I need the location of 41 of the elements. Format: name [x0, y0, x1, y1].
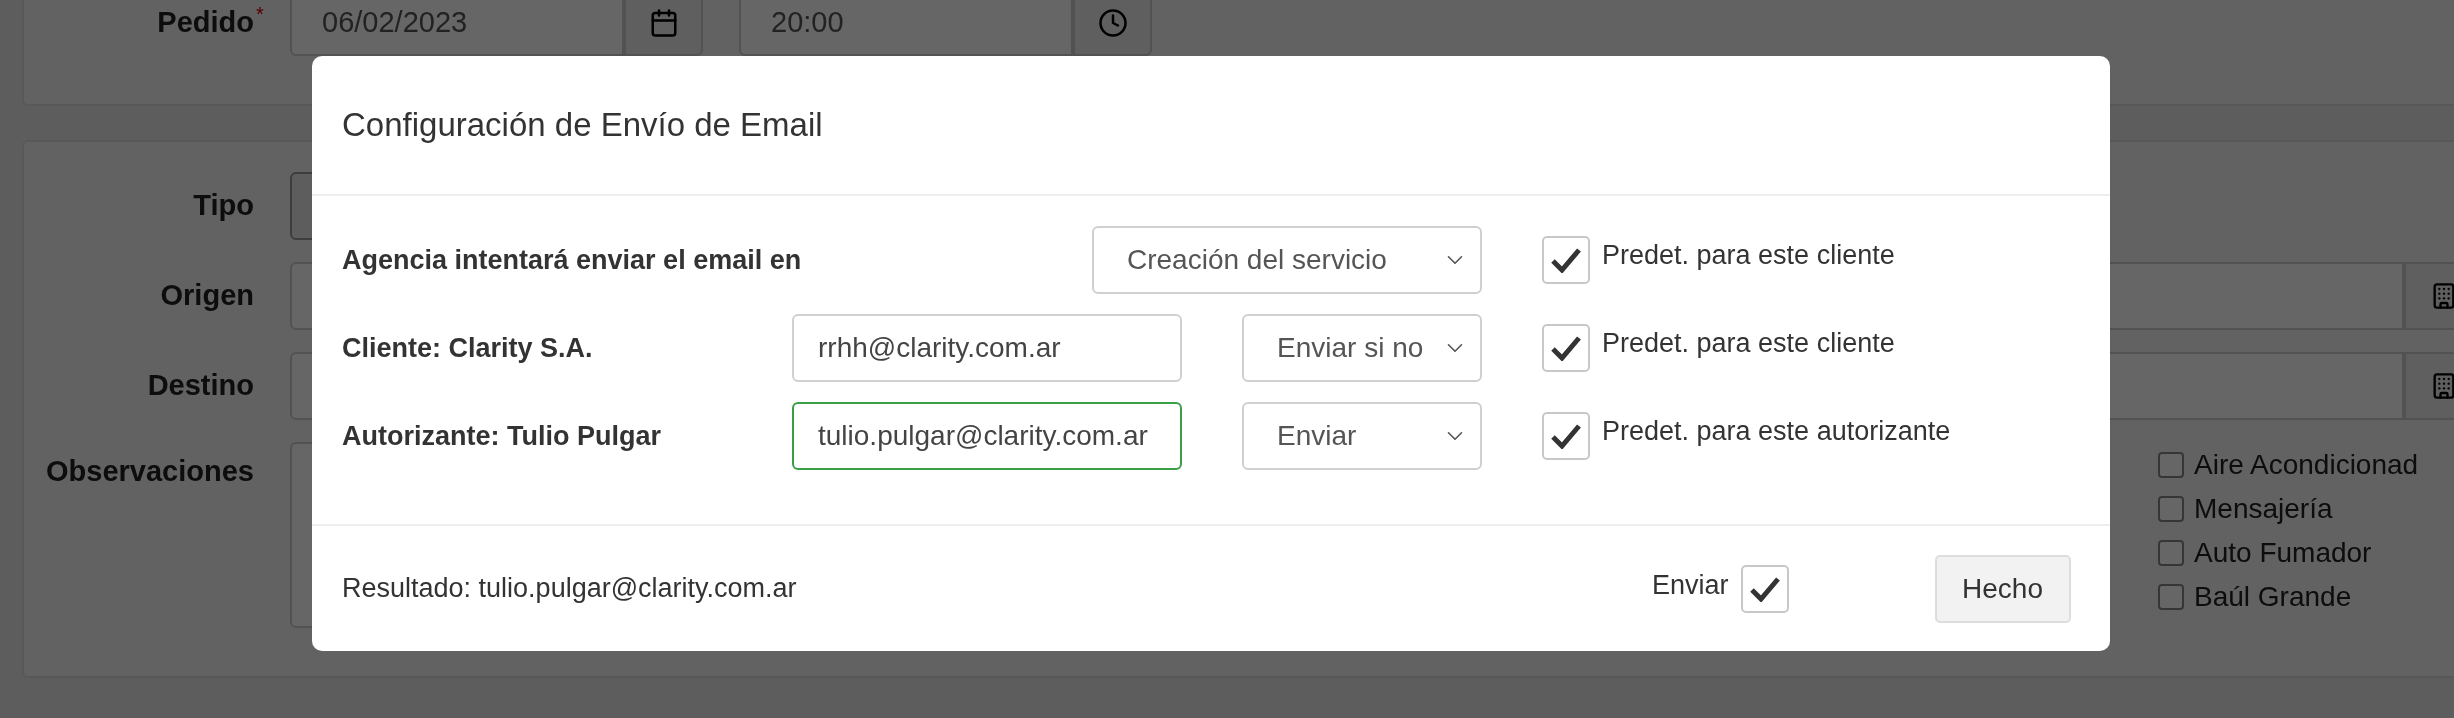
dropdown-select[interactable]: Creación del servicio: [1092, 226, 1482, 294]
send-label: Enviar: [1652, 569, 1729, 603]
done-button[interactable]: Hecho: [1934, 554, 2071, 623]
field-label: Destino: [146, 368, 254, 404]
send-checkbox[interactable]: [1740, 564, 1789, 613]
clock-button[interactable]: [1073, 0, 1152, 56]
default-checkbox[interactable]: [1542, 412, 1590, 460]
option-label: Baúl Grande: [2194, 580, 2352, 614]
field-label: Origen: [159, 278, 254, 314]
result-text: Resultado: tulio.pulgar@clarity.com.ar: [342, 572, 798, 606]
checkbox[interactable]: [2158, 452, 2184, 478]
checkbox-label: Predet. para este cliente: [1602, 238, 1895, 272]
calendar-icon: [648, 8, 679, 38]
email-field[interactable]: rrhh@clarity.com.ar: [792, 314, 1182, 382]
required-mark: *: [256, 4, 264, 24]
checkbox[interactable]: [2158, 584, 2184, 610]
checkmark-icon: [1551, 423, 1581, 449]
dropdown-select[interactable]: Enviar: [1242, 402, 1482, 470]
option-label: Mensajería: [2194, 492, 2333, 526]
option-label: Auto Fumador: [2194, 536, 2372, 570]
checkbox-label: Predet. para este cliente: [1602, 326, 1895, 360]
dropdown-select[interactable]: Enviar si no: [1242, 314, 1482, 382]
default-checkbox[interactable]: [1542, 324, 1590, 372]
clock-icon: [1097, 8, 1128, 38]
default-checkbox[interactable]: [1542, 236, 1590, 284]
checkmark-icon: [1551, 335, 1581, 361]
row-label: Autorizante: Tulio Pulgar: [342, 419, 662, 453]
dialog-title: Configuración de Envío de Email: [342, 105, 823, 146]
field-label: Pedido: [156, 5, 254, 41]
field-label: Observaciones: [45, 454, 254, 489]
checkbox-label: Predet. para este autorizante: [1602, 414, 1951, 448]
checkbox[interactable]: [2158, 540, 2184, 566]
row-label: Cliente: Clarity S.A.: [342, 331, 594, 365]
field-label: Tipo: [192, 188, 254, 224]
checkmark-icon: [1551, 247, 1581, 273]
email-field[interactable]: tulio.pulgar@clarity.com.ar: [792, 402, 1182, 470]
checkbox[interactable]: [2158, 496, 2184, 522]
checkmark-icon: [1749, 575, 1780, 602]
row-label: Agencia intentará enviar el email en: [342, 243, 803, 277]
option-label: Aire Acondicionad: [2194, 448, 2419, 482]
calendar-button[interactable]: [624, 0, 703, 56]
